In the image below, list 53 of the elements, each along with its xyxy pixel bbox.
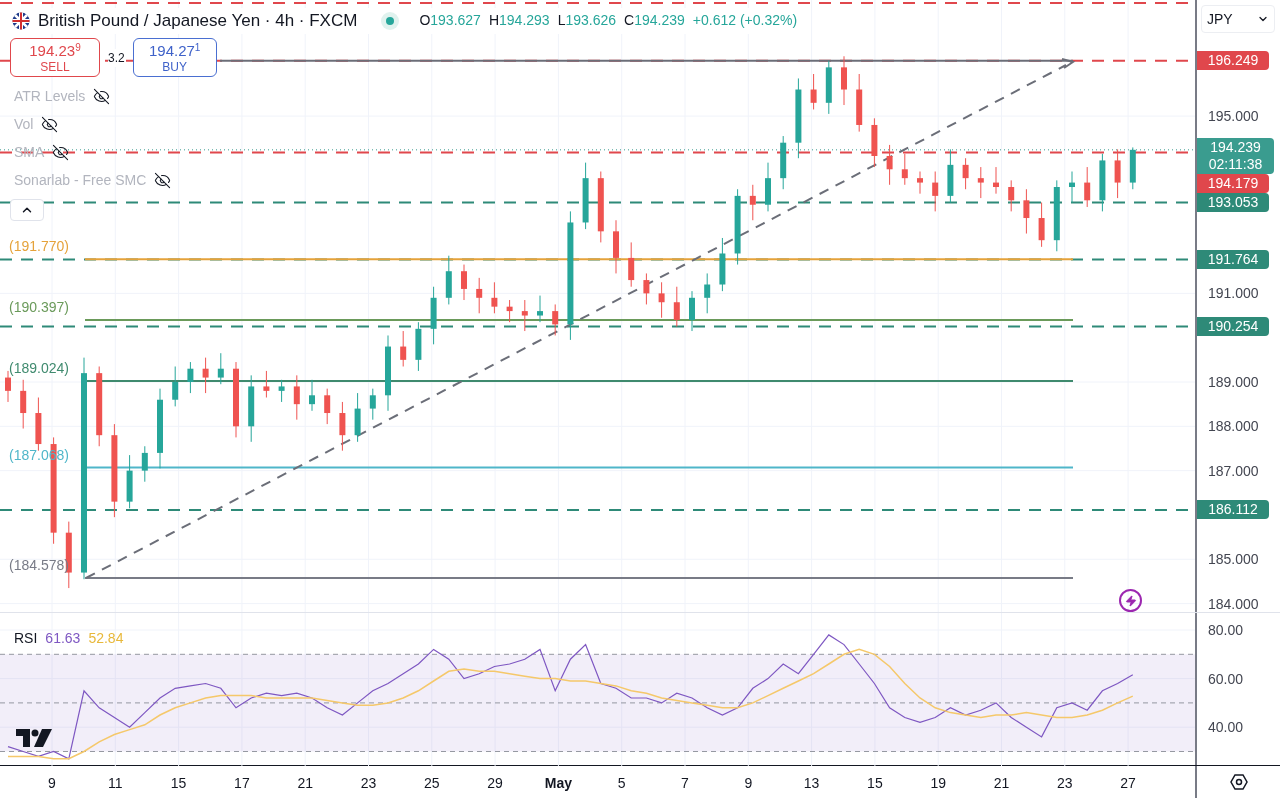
price-tag: 191.764 <box>1197 250 1269 269</box>
level-label: (191.770) <box>9 239 69 254</box>
indicator-label: Vol <box>14 114 34 134</box>
rsi-axis-label: 60.00 <box>1208 671 1244 686</box>
time-axis-label: 15 <box>867 774 883 793</box>
time-axis-label: 23 <box>1057 774 1073 793</box>
price-axis-label: 188.000 <box>1208 419 1259 434</box>
currency-dropdown[interactable]: JPY <box>1201 5 1275 33</box>
buy-button[interactable]: 194.27$^{1}$ BUY <box>132 38 217 77</box>
time-axis-label: May <box>544 774 572 793</box>
indicator-label: ATR Levels <box>14 86 86 106</box>
rsi-average-value: 52.84 <box>88 629 124 648</box>
time-axis-label: 19 <box>930 774 946 793</box>
price-axis-label: 187.000 <box>1208 463 1259 478</box>
time-axis-label: 7 <box>681 774 689 793</box>
symbol-title: British Pound / Japanese Yen · 4h · FXCM <box>38 10 358 32</box>
price-tag: 193.053 <box>1197 192 1269 212</box>
time-axis-label: 21 <box>993 774 1010 793</box>
rsi-axis-label: 80.00 <box>1208 623 1244 637</box>
rsi-value: 61.63 <box>45 629 81 648</box>
ohlc-value: O193.627 <box>419 11 481 31</box>
price-axis-label: 185.000 <box>1208 552 1259 567</box>
time-axis-label: 17 <box>234 774 250 793</box>
spread-value: 3.2 <box>108 48 125 67</box>
price-axis-label: 191.000 <box>1208 286 1259 301</box>
time-axis-label: 9 <box>744 774 753 793</box>
rsi-axis-label: 40.00 <box>1208 720 1244 735</box>
ohlc-value: C194.239 <box>624 11 685 31</box>
level-label: (189.024) <box>9 360 69 375</box>
time-axis-label: 9 <box>48 774 56 793</box>
time-axis-label: 23 <box>360 774 377 793</box>
time-axis-label: 25 <box>424 774 440 793</box>
indicator-label: Sonarlab - Free SMC <box>14 170 147 190</box>
time-axis-label: 15 <box>170 774 187 793</box>
time-axis-label: 11 <box>108 774 123 793</box>
time-axis-label: 13 <box>803 774 820 793</box>
rsi-label: RSI <box>14 629 38 648</box>
level-label: (190.397) <box>9 300 69 315</box>
price-tag: 190.254 <box>1197 316 1269 336</box>
price-axis-label: 184.000 <box>1208 596 1259 611</box>
price-tag: 196.249 <box>1197 51 1269 71</box>
price-axis-label: 189.000 <box>1208 375 1259 389</box>
sell-button[interactable]: 194.23$^{9}$ SELL <box>10 38 100 77</box>
price-change: +0.612 (+0.32%) <box>692 11 798 31</box>
price-tag: 194.239 02:11:38 <box>1197 137 1274 174</box>
price-tag: 186.112 <box>1197 500 1269 520</box>
price-axis-label: 195.000 <box>1208 109 1259 124</box>
time-axis-label: 21 <box>297 774 313 793</box>
time-axis-label: 27 <box>1120 774 1136 793</box>
ohlc-value: L193.626 <box>557 11 617 31</box>
time-axis-label: 5 <box>617 774 626 793</box>
time-axis-label: 29 <box>487 774 503 793</box>
ohlc-value: H194.293 <box>488 11 550 31</box>
